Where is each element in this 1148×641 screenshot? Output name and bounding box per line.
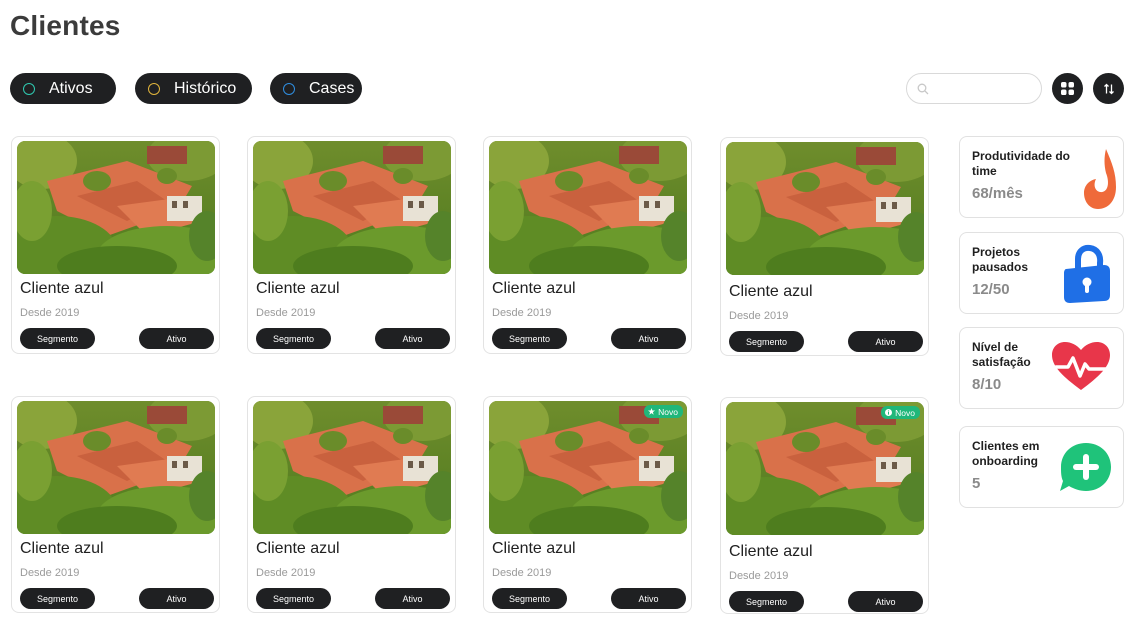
stat-label: Produtividade do time (972, 149, 1071, 178)
segment-tag[interactable]: Segmento (729, 591, 804, 612)
stat-card-satisfaction: Nível de satisfação 8/10 (959, 327, 1124, 409)
new-badge: Novo (644, 405, 683, 418)
client-name: Cliente azul (256, 280, 340, 297)
info-icon (885, 409, 893, 416)
client-name: Cliente azul (729, 543, 813, 560)
status-tag[interactable]: Ativo (611, 328, 686, 349)
segment-tag[interactable]: Segmento (20, 588, 95, 609)
segment-tag[interactable]: Segmento (256, 588, 331, 609)
segment-tag[interactable]: Segmento (492, 588, 567, 609)
client-photo (253, 401, 451, 534)
search-icon (917, 83, 929, 94)
status-ring-icon (283, 82, 295, 95)
client-since: Desde 2019 (256, 307, 316, 319)
filter-label: Cases (309, 79, 355, 97)
client-name: Cliente azul (20, 540, 104, 557)
client-name: Cliente azul (492, 540, 576, 557)
filter-label: Histórico (174, 79, 237, 97)
client-since: Desde 2019 (20, 307, 80, 319)
client-card[interactable]: Cliente azul Desde 2019 Segmento Ativo (720, 137, 929, 356)
client-name: Cliente azul (20, 280, 104, 297)
heart-pulse-icon (1052, 342, 1110, 390)
stat-card-paused-projects: Projetos pausados 12/50 (959, 232, 1124, 314)
status-tag[interactable]: Ativo (139, 588, 214, 609)
segment-tag[interactable]: Segmento (492, 328, 567, 349)
stat-label: Clientes em onboarding (972, 439, 1040, 468)
client-photo: Novo (489, 401, 687, 534)
client-since: Desde 2019 (20, 567, 80, 579)
status-tag[interactable]: Ativo (375, 588, 450, 609)
status-tag[interactable]: Ativo (848, 591, 923, 612)
client-since: Desde 2019 (256, 567, 316, 579)
client-photo: Novo (726, 402, 924, 535)
status-tag[interactable]: Ativo (848, 331, 923, 352)
client-name: Cliente azul (729, 283, 813, 300)
stat-value: 68/mês (972, 185, 1023, 202)
grid-icon (1061, 82, 1074, 95)
client-card[interactable]: Novo Cliente azul Desde 2019 Segmento At… (720, 397, 929, 614)
stat-value: 5 (972, 475, 981, 492)
search-input[interactable] (935, 81, 1035, 96)
segment-tag[interactable]: Segmento (729, 331, 804, 352)
status-ring-icon (148, 82, 160, 95)
stat-value: 12/50 (972, 281, 1010, 298)
segment-tag[interactable]: Segmento (20, 328, 95, 349)
client-since: Desde 2019 (492, 307, 552, 319)
filter-cases[interactable]: Cases (270, 73, 362, 104)
stat-card-onboarding: Clientes em onboarding 5 (959, 426, 1124, 508)
stat-card-productivity: Produtividade do time 68/mês (959, 136, 1124, 218)
client-since: Desde 2019 (729, 570, 789, 582)
client-photo (17, 141, 215, 274)
client-photo (17, 401, 215, 534)
new-badge: Novo (881, 406, 920, 419)
filter-historico[interactable]: Histórico (135, 73, 252, 104)
filter-ativos[interactable]: Ativos (10, 73, 116, 104)
client-card[interactable]: Cliente azul Desde 2019 Segmento Ativo (483, 136, 692, 354)
client-since: Desde 2019 (492, 567, 552, 579)
client-card[interactable]: Cliente azul Desde 2019 Segmento Ativo (247, 136, 456, 354)
flame-icon (1084, 149, 1116, 209)
client-card[interactable]: Cliente azul Desde 2019 Segmento Ativo (247, 396, 456, 613)
lock-icon (1064, 244, 1110, 303)
page-title: Clientes (10, 10, 121, 41)
client-photo (726, 142, 924, 275)
new-badge-label: Novo (658, 406, 678, 417)
client-photo (253, 141, 451, 274)
stat-label: Projetos pausados (972, 245, 1029, 274)
client-card[interactable]: Novo Cliente azul Desde 2019 Segmento At… (483, 396, 692, 613)
client-card[interactable]: Cliente azul Desde 2019 Segmento Ativo (11, 136, 220, 354)
status-tag[interactable]: Ativo (611, 588, 686, 609)
sort-arrows-icon (1103, 83, 1114, 94)
segment-tag[interactable]: Segmento (256, 328, 331, 349)
sort-button[interactable] (1093, 73, 1124, 104)
chat-plus-icon (1060, 443, 1111, 491)
status-tag[interactable]: Ativo (375, 328, 450, 349)
client-since: Desde 2019 (729, 310, 789, 322)
status-tag[interactable]: Ativo (139, 328, 214, 349)
new-badge-label: Novo (895, 407, 915, 418)
stat-value: 8/10 (972, 376, 1002, 393)
star-icon (648, 408, 656, 415)
search-box[interactable] (906, 73, 1042, 104)
client-name: Cliente azul (256, 540, 340, 557)
grid-view-button[interactable] (1052, 73, 1083, 104)
client-card[interactable]: Cliente azul Desde 2019 Segmento Ativo (11, 396, 220, 613)
client-name: Cliente azul (492, 280, 576, 297)
filter-label: Ativos (49, 79, 93, 97)
client-photo (489, 141, 687, 274)
status-ring-icon (23, 82, 35, 95)
